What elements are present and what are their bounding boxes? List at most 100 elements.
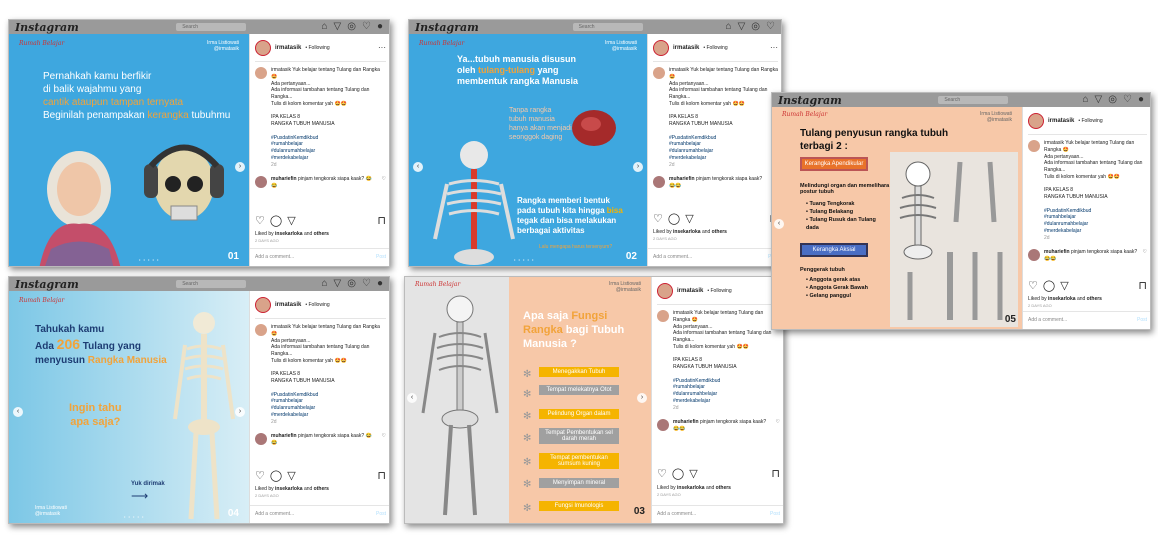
post-sidebar: irmatasik • Following ··· irmatasik Yuk be… <box>647 34 781 266</box>
next-arrow[interactable]: › <box>235 162 245 172</box>
slide2-side-text: Tanpa rangka tubuh manusia hanya akan menj… <box>509 107 572 141</box>
list-item: • Gelang panggul <box>806 293 852 299</box>
prev-arrow[interactable]: ‹ <box>407 393 417 403</box>
nav-icons: ⌂ ▽ ◎ ♡ ● <box>1083 94 1145 106</box>
add-comment-input[interactable]: Add a comment...Post <box>250 505 389 523</box>
slide5-title: Tulang penyusun rangka tubuh terbagi 2 : <box>800 128 949 152</box>
search-input[interactable]: Search <box>176 23 247 31</box>
heart-icon[interactable]: ♡ <box>382 176 386 183</box>
avatar[interactable] <box>653 40 669 56</box>
heart-icon[interactable]: ♡ <box>382 433 386 440</box>
comment-icon[interactable]: ◯ <box>672 467 684 482</box>
gear-icon: ✻ <box>523 389 532 400</box>
instagram-logo[interactable]: Instagram <box>415 21 479 34</box>
function-item: Fungsi Imunologis <box>539 501 619 511</box>
post-time: 2 DAYS AGO <box>1028 303 1052 308</box>
more-icon[interactable]: ··· <box>378 43 386 54</box>
comment-icon[interactable]: ◯ <box>270 469 282 484</box>
avatar[interactable] <box>1028 113 1044 129</box>
share-icon[interactable]: ▽ <box>685 212 693 227</box>
share-icon[interactable]: ▽ <box>287 469 295 484</box>
next-arrow[interactable]: › <box>235 407 245 417</box>
gear-icon: ✻ <box>523 369 532 380</box>
post-button[interactable]: Post <box>376 254 386 261</box>
aksial-desc: Penggerak tubuh <box>800 267 845 273</box>
instagram-logo[interactable]: Instagram <box>778 94 842 107</box>
avatar[interactable] <box>255 40 271 56</box>
credit-text: Irma Listiowati @irmatasik <box>35 505 67 517</box>
credit-text: Irma Listiowati @irmatasik <box>980 111 1012 123</box>
avatar-icon[interactable]: ● <box>377 21 383 33</box>
instagram-logo[interactable]: Instagram <box>15 21 79 34</box>
add-comment-input[interactable]: Add a comment...Post <box>1023 311 1150 329</box>
bookmark-icon[interactable]: ⊓ <box>377 214 386 229</box>
avatar-icon[interactable]: ● <box>377 278 383 290</box>
add-comment-input[interactable]: Add a comment...Post <box>250 248 389 266</box>
instagram-logo[interactable]: Instagram <box>15 278 79 291</box>
explore-icon[interactable]: ◎ <box>347 21 356 33</box>
heart-icon[interactable]: ♡ <box>362 278 371 290</box>
add-comment-input[interactable]: Add a comment...Post <box>652 505 783 523</box>
share-icon[interactable]: ▽ <box>1060 279 1068 294</box>
slide3-question: Ingin tahu apa saja? <box>69 402 122 428</box>
post-button[interactable]: Post <box>376 511 386 518</box>
bookmark-icon[interactable]: ⊓ <box>771 467 780 482</box>
heart-icon[interactable]: ♡ <box>362 21 371 33</box>
prev-arrow[interactable]: ‹ <box>774 219 784 229</box>
explore-icon[interactable]: ◎ <box>751 21 760 33</box>
prev-arrow[interactable]: ‹ <box>13 407 23 417</box>
prev-arrow[interactable]: ‹ <box>413 162 423 172</box>
comment: muhariefin pinjam tengkorak siapa kaak? … <box>255 176 386 190</box>
like-icon[interactable]: ♡ <box>255 214 265 229</box>
bookmark-icon[interactable]: ⊓ <box>1138 279 1147 294</box>
next-arrow[interactable]: › <box>637 393 647 403</box>
comment-icon[interactable]: ◯ <box>668 212 680 227</box>
home-icon[interactable]: ⌂ <box>322 21 328 33</box>
avatar-icon[interactable]: ● <box>1138 94 1144 106</box>
like-icon[interactable]: ♡ <box>1028 279 1038 294</box>
explore-icon[interactable]: ◎ <box>1108 94 1117 106</box>
home-icon[interactable]: ⌂ <box>1083 94 1089 106</box>
heart-icon[interactable]: ♡ <box>1123 94 1132 106</box>
search-input[interactable]: Search <box>572 23 643 31</box>
post-header: irmatasik • Following ··· <box>653 40 778 62</box>
skeleton-model-image <box>173 312 235 520</box>
avatar <box>255 433 267 446</box>
like-icon[interactable]: ♡ <box>657 467 667 482</box>
liked-by: Liked by insekarloka and others <box>657 485 731 491</box>
comment: muhariefin pinjam tengkorak siapa kaak? … <box>657 419 780 433</box>
heart-icon[interactable]: ♡ <box>766 21 775 33</box>
home-icon[interactable]: ⌂ <box>726 21 732 33</box>
more-icon[interactable]: ··· <box>770 43 778 54</box>
heart-icon[interactable]: ♡ <box>776 419 780 426</box>
comment-icon[interactable]: ◯ <box>1043 279 1055 294</box>
heart-icon[interactable]: ♡ <box>1143 249 1147 256</box>
share-icon[interactable]: ▽ <box>287 214 295 229</box>
share-icon[interactable]: ▽ <box>689 467 697 482</box>
direct-icon[interactable]: ▽ <box>738 21 746 33</box>
post-button[interactable]: Post <box>770 511 780 518</box>
like-icon[interactable]: ♡ <box>653 212 663 227</box>
caption: irmatasik Yuk belajar tentang Tulang dan… <box>255 67 386 168</box>
direct-icon[interactable]: ▽ <box>1095 94 1103 106</box>
post-button[interactable]: Post <box>1137 317 1147 324</box>
direct-icon[interactable]: ▽ <box>334 278 342 290</box>
home-icon[interactable]: ⌂ <box>322 278 328 290</box>
bookmark-icon[interactable]: ⊓ <box>377 469 386 484</box>
comment-icon[interactable]: ◯ <box>270 214 282 229</box>
add-comment-input[interactable]: Add a comment...Post <box>648 248 781 266</box>
like-icon[interactable]: ♡ <box>255 469 265 484</box>
explore-icon[interactable]: ◎ <box>347 278 356 290</box>
search-input[interactable]: Search <box>938 96 1009 104</box>
post-time: 2 DAYS AGO <box>657 492 681 497</box>
avatar[interactable] <box>657 283 673 299</box>
avatar <box>1028 249 1040 262</box>
avatar[interactable] <box>255 297 271 313</box>
direct-icon[interactable]: ▽ <box>334 21 342 33</box>
caption: irmatasik Yuk belajar tentang Tulang dan… <box>657 310 780 411</box>
next-arrow[interactable]: › <box>633 162 643 172</box>
caption: irmatasik Yuk belajar tentang Tulang dan… <box>1028 140 1147 241</box>
search-input[interactable]: Search <box>176 280 247 288</box>
post-time: 2 DAYS AGO <box>255 493 279 498</box>
hint-arrow: ⟶ <box>131 489 149 503</box>
